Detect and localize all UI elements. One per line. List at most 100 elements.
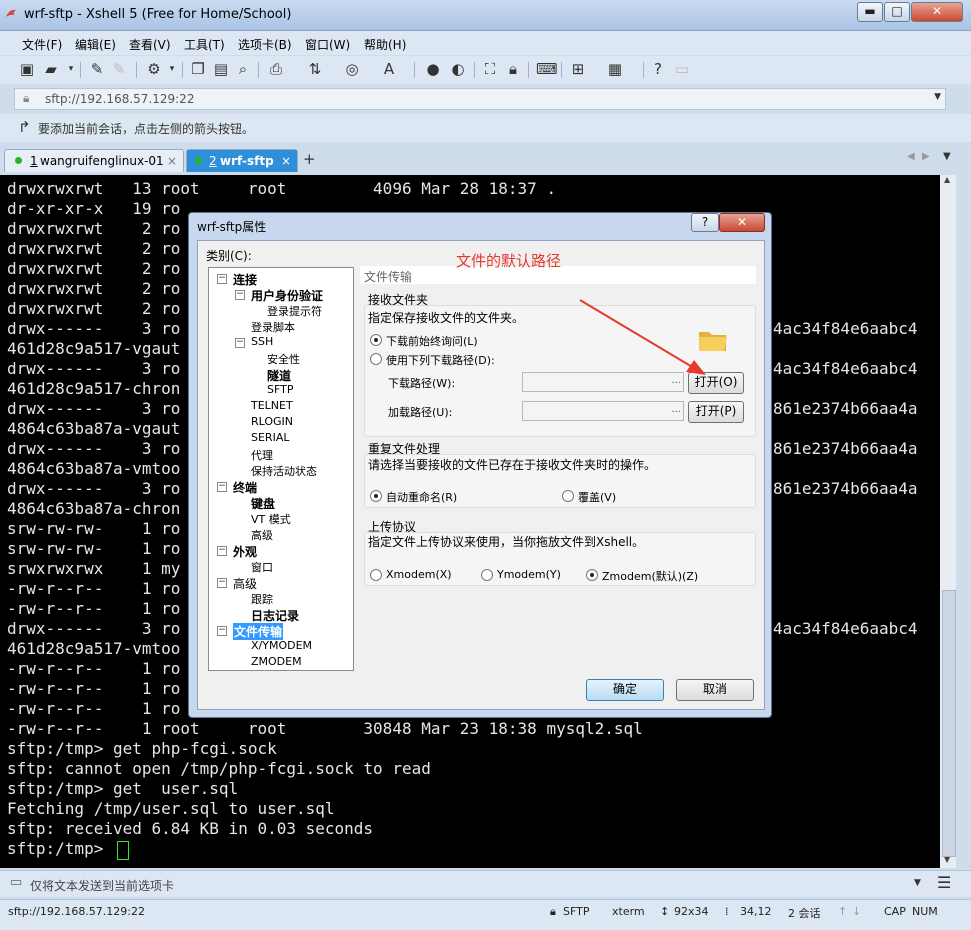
- menu-file[interactable]: 文件(F): [22, 36, 62, 53]
- tree-item[interactable]: 隧道: [267, 367, 291, 384]
- tree-expander-icon[interactable]: −: [217, 626, 227, 636]
- tree-item[interactable]: 连接: [233, 271, 257, 288]
- upload-path-input[interactable]: ...: [522, 401, 684, 421]
- tree-item[interactable]: 窗口: [251, 559, 273, 575]
- minimize-button[interactable]: ▬: [857, 2, 883, 22]
- tree-item[interactable]: 用户身份验证: [251, 287, 323, 304]
- layout-icon[interactable]: ▦: [606, 60, 624, 78]
- keyboard-icon[interactable]: ⌨: [536, 60, 558, 78]
- tree-item[interactable]: SERIAL: [251, 431, 289, 444]
- address-bar[interactable]: 🔒︎ sftp://192.168.57.129:22 ▼: [14, 88, 946, 110]
- tree-item[interactable]: 日志记录: [251, 607, 299, 624]
- close-button[interactable]: ✕: [911, 2, 963, 22]
- download-path-input[interactable]: ...: [522, 372, 684, 392]
- tab-list-icon[interactable]: ▼: [943, 151, 951, 162]
- dialog-help-button[interactable]: ?: [691, 213, 719, 232]
- font-icon[interactable]: A: [380, 60, 398, 78]
- tab-session-1[interactable]: 1 wangruifenglinux-01 ×: [4, 149, 184, 172]
- properties-icon[interactable]: ⚙: [145, 60, 163, 78]
- maximize-button[interactable]: □: [884, 2, 910, 22]
- fullscreen-icon[interactable]: ⛶: [481, 60, 499, 78]
- new-tab-icon[interactable]: +: [303, 150, 316, 168]
- tree-item[interactable]: 登录提示符: [267, 303, 322, 319]
- menu-view[interactable]: 查看(V): [129, 36, 171, 53]
- send-icon[interactable]: ▭: [10, 875, 22, 890]
- script-icon[interactable]: ◐: [449, 60, 467, 78]
- address-dropdown-icon[interactable]: ▼: [934, 92, 941, 102]
- address-input[interactable]: sftp://192.168.57.129:22: [45, 92, 194, 106]
- help-icon[interactable]: ?: [649, 60, 667, 78]
- tab-scroll-right-icon[interactable]: ▶: [922, 151, 930, 162]
- tree-expander-icon[interactable]: −: [235, 338, 245, 348]
- zmodem-radio[interactable]: [586, 569, 598, 581]
- ask-before-download-radio[interactable]: [370, 334, 382, 346]
- use-download-path-radio[interactable]: [370, 353, 382, 365]
- open-upload-button[interactable]: 打开(P): [688, 401, 744, 423]
- menu-tabs[interactable]: 选项卡(B): [238, 36, 292, 53]
- new-session-icon[interactable]: ▣: [18, 60, 36, 78]
- disconnect-icon[interactable]: ✎: [110, 60, 128, 78]
- tree-item[interactable]: SFTP: [267, 383, 293, 396]
- menu-help[interactable]: 帮助(H): [364, 36, 406, 53]
- cancel-button[interactable]: 取消: [676, 679, 754, 701]
- menu-lines-icon[interactable]: ☰: [937, 873, 951, 892]
- tree-item[interactable]: VT 模式: [251, 511, 291, 527]
- scroll-up-icon[interactable]: ▲: [944, 175, 950, 184]
- tree-expander-icon[interactable]: −: [217, 546, 227, 556]
- copy-icon[interactable]: ❐: [189, 60, 207, 78]
- browse-upload-button[interactable]: ...: [671, 404, 681, 415]
- print-icon[interactable]: ⎙: [267, 60, 285, 78]
- tree-expander-icon[interactable]: −: [217, 274, 227, 284]
- auto-rename-radio[interactable]: [370, 490, 382, 502]
- xftp-icon[interactable]: ●: [424, 60, 442, 78]
- dialog-close-button[interactable]: ✕: [719, 213, 765, 232]
- menu-edit[interactable]: 编辑(E): [75, 36, 116, 53]
- overwrite-radio[interactable]: [562, 490, 574, 502]
- send-input[interactable]: 仅将文本发送到当前选项卡: [30, 877, 174, 894]
- tree-item[interactable]: 登录脚本: [251, 319, 295, 335]
- scrollbar-thumb[interactable]: [942, 590, 956, 857]
- comment-icon[interactable]: ▭: [673, 60, 691, 78]
- tab-session-2[interactable]: 2 wrf-sftp ×: [186, 149, 298, 172]
- tree-item[interactable]: 键盘: [251, 495, 275, 512]
- tree-item[interactable]: 高级: [233, 575, 257, 592]
- menu-window[interactable]: 窗口(W): [305, 36, 350, 53]
- tree-item[interactable]: X/YMODEM: [251, 639, 312, 652]
- browse-download-button[interactable]: ...: [671, 375, 681, 386]
- category-tree[interactable]: − 连接 − 用户身份验证 登录提示符 登录脚本 − SSH 安全性 隧道 SFTP TELNET RL…: [208, 267, 354, 671]
- add-tab-icon[interactable]: ⊞: [569, 60, 587, 78]
- open-download-button[interactable]: 打开(O): [688, 372, 744, 394]
- tree-item[interactable]: 跟踪: [251, 591, 273, 607]
- tree-item[interactable]: SSH: [251, 335, 273, 348]
- tree-item[interactable]: TELNET: [251, 399, 293, 412]
- tree-item[interactable]: RLOGIN: [251, 415, 293, 428]
- globe-icon[interactable]: ◎: [343, 60, 361, 78]
- tree-expander-icon[interactable]: −: [235, 290, 245, 300]
- tree-item[interactable]: 外观: [233, 543, 257, 560]
- tree-item[interactable]: 文件传输: [233, 623, 284, 640]
- tree-expander-icon[interactable]: −: [217, 482, 227, 492]
- menu-tools[interactable]: 工具(T): [184, 36, 225, 53]
- ymodem-radio[interactable]: [481, 569, 493, 581]
- ok-button[interactable]: 确定: [586, 679, 664, 701]
- tab-close-icon[interactable]: ×: [281, 154, 291, 168]
- tree-item[interactable]: 高级: [251, 527, 273, 543]
- connect-icon[interactable]: ✎: [88, 60, 106, 78]
- open-folder-icon[interactable]: ▰: [42, 60, 60, 78]
- tab-scroll-left-icon[interactable]: ◀: [907, 151, 915, 162]
- open-dropdown-icon[interactable]: ▾: [62, 60, 80, 78]
- xmodem-radio[interactable]: [370, 569, 382, 581]
- transfer-icon[interactable]: ⇅: [306, 60, 324, 78]
- lock-icon[interactable]: 🔒︎: [504, 60, 522, 78]
- tree-item[interactable]: 代理: [251, 447, 273, 463]
- properties-dropdown-icon[interactable]: ▾: [163, 60, 181, 78]
- paste-icon[interactable]: ▤: [212, 60, 230, 78]
- tree-item[interactable]: 安全性: [267, 351, 300, 367]
- tree-expander-icon[interactable]: −: [217, 578, 227, 588]
- send-dropdown-icon[interactable]: ▼: [914, 878, 921, 888]
- find-icon[interactable]: ⌕: [234, 60, 252, 78]
- tree-item[interactable]: ZMODEM: [251, 655, 302, 668]
- add-session-arrow-icon[interactable]: ↱: [18, 118, 31, 136]
- tab-close-icon[interactable]: ×: [167, 154, 177, 168]
- tree-item[interactable]: 保持活动状态: [251, 463, 317, 479]
